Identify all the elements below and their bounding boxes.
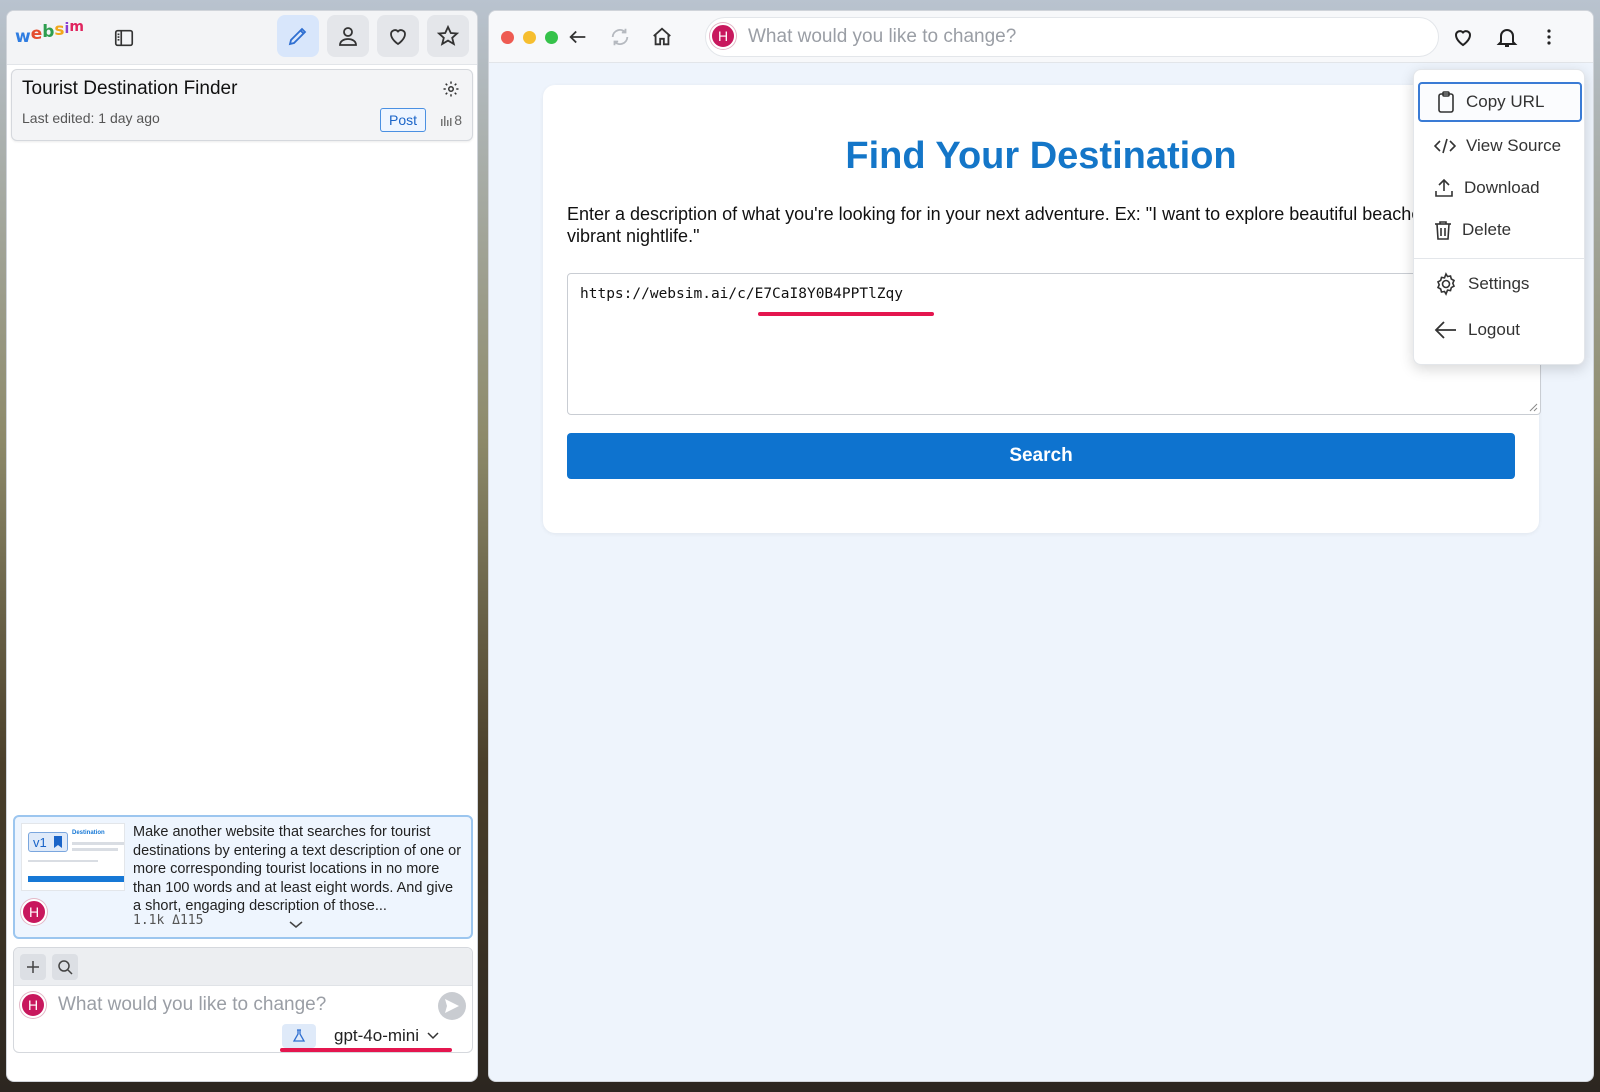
options-menu: Copy URL View Source Download Delete Set… [1413, 69, 1585, 365]
menu-label: Logout [1468, 320, 1520, 339]
star-icon [436, 24, 460, 46]
trash-icon [1435, 221, 1451, 240]
version-author-avatar[interactable]: H [21, 899, 47, 925]
project-title: Tourist Destination Finder [22, 78, 238, 99]
sidebar-toggle-icon[interactable] [111, 25, 137, 51]
annotation-underline [280, 1048, 452, 1052]
plus-icon [27, 961, 39, 973]
browser-toolbar: H [489, 11, 1593, 63]
model-name: gpt-4o-mini [334, 1026, 420, 1045]
bookmark-icon [53, 836, 62, 848]
menu-label: Settings [1468, 274, 1530, 293]
version-label: v1 [33, 834, 47, 850]
prompt-composer: H gpt-4o-mini [13, 947, 473, 1053]
logo-letter-b: b [42, 22, 55, 42]
gear-icon [1436, 272, 1456, 296]
search-icon [58, 960, 73, 975]
experimental-toggle[interactable] [282, 1024, 316, 1048]
notification-bell-icon[interactable] [1493, 23, 1521, 51]
like-heart-icon[interactable] [1449, 23, 1477, 51]
logo-letter-w: w [15, 27, 31, 47]
flask-icon [292, 1029, 306, 1042]
logo-letter-s: s [54, 20, 65, 40]
home-icon[interactable] [649, 24, 675, 50]
project-card[interactable]: Tourist Destination Finder Last edited: … [11, 69, 473, 141]
minimize-window-icon[interactable] [523, 31, 536, 44]
more-options-icon[interactable] [1535, 23, 1563, 51]
heart-icon [390, 29, 406, 46]
last-edited: Last edited: 1 day ago [22, 110, 160, 126]
preview-page: Find Your Destination Enter a descriptio… [543, 85, 1541, 533]
prompt-input[interactable] [56, 990, 416, 1020]
menu-item-download[interactable]: Download [1418, 168, 1582, 208]
version-prompt: Make another website that searches for t… [133, 824, 462, 914]
textarea-value: https://websim.ai/c/E7CaI8Y0B4PPTlZqy [580, 286, 904, 302]
model-selector[interactable]: gpt-4o-mini [334, 1024, 439, 1048]
clipboard-icon [1438, 91, 1454, 113]
maximize-window-icon[interactable] [545, 31, 558, 44]
url-prompt-input[interactable] [746, 22, 1426, 52]
arrow-left-icon [1434, 321, 1456, 339]
thumbnail-line [72, 842, 124, 845]
composer-toolbar [14, 948, 472, 986]
version-card[interactable]: Destination v1 H Make another website th… [13, 815, 473, 939]
version-stats: 1.1k Δ115 [133, 913, 204, 928]
url-bar-avatar: H [710, 23, 736, 49]
menu-item-view-source[interactable]: View Source [1418, 126, 1582, 166]
url-bar[interactable]: H [705, 17, 1439, 57]
favorite-button[interactable] [427, 15, 469, 57]
reload-icon[interactable] [607, 24, 633, 50]
send-button[interactable] [438, 992, 466, 1020]
annotation-underline [758, 312, 934, 316]
thumbnail-title: Destination [72, 830, 105, 836]
page-heading: Find Your Destination [845, 135, 1237, 177]
profile-button[interactable] [327, 15, 369, 57]
preview-panel: H Find Your Destination Enter a descript… [488, 10, 1594, 1082]
view-count: 8 [440, 112, 462, 128]
thumbnail-line [28, 860, 98, 862]
view-count-value: 8 [454, 112, 462, 128]
send-icon [445, 999, 459, 1013]
page-description: Enter a description of what you're looki… [567, 204, 1466, 246]
post-button[interactable]: Post [379, 108, 426, 132]
version-thumbnail[interactable]: Destination v1 [21, 823, 125, 891]
menu-item-settings[interactable]: Settings [1418, 264, 1582, 304]
chevron-down-icon [427, 1032, 439, 1040]
pencil-icon [288, 27, 307, 46]
version-badge[interactable]: v1 [28, 832, 68, 852]
search-button[interactable] [52, 954, 78, 980]
menu-label: Download [1464, 178, 1540, 197]
menu-divider [1414, 258, 1584, 259]
user-avatar[interactable]: H [20, 992, 46, 1018]
menu-item-logout[interactable]: Logout [1418, 310, 1582, 350]
upload-icon [1435, 178, 1453, 197]
code-icon [1434, 138, 1456, 154]
websim-logo[interactable]: websim [15, 19, 84, 47]
search-button[interactable]: Search [567, 433, 1515, 479]
project-settings-gear-icon[interactable] [442, 80, 460, 98]
expand-chevron-icon[interactable] [289, 921, 303, 929]
menu-item-delete[interactable]: Delete [1418, 210, 1582, 250]
thumbnail-search-bar [28, 876, 124, 882]
description-textarea[interactable]: https://websim.ai/c/E7CaI8Y0B4PPTlZqy [567, 273, 1541, 415]
close-window-icon[interactable] [501, 31, 514, 44]
edit-button[interactable] [277, 15, 319, 57]
menu-label: View Source [1466, 136, 1562, 155]
menu-item-copy-url[interactable]: Copy URL [1418, 82, 1582, 122]
thumbnail-line [72, 848, 118, 851]
logo-letter-m: m [69, 19, 84, 35]
bar-chart-icon [441, 116, 452, 126]
logo-letter-e: e [30, 24, 43, 44]
editor-panel: websim Tourist Destination Finder Last e… [6, 10, 478, 1082]
editor-header: websim [7, 11, 477, 65]
user-icon [339, 27, 357, 46]
resize-handle-icon[interactable] [1528, 402, 1538, 412]
back-arrow-icon[interactable] [565, 24, 591, 50]
menu-label: Delete [1462, 220, 1512, 239]
menu-label: Copy URL [1466, 92, 1545, 111]
add-button[interactable] [20, 954, 46, 980]
like-button[interactable] [377, 15, 419, 57]
